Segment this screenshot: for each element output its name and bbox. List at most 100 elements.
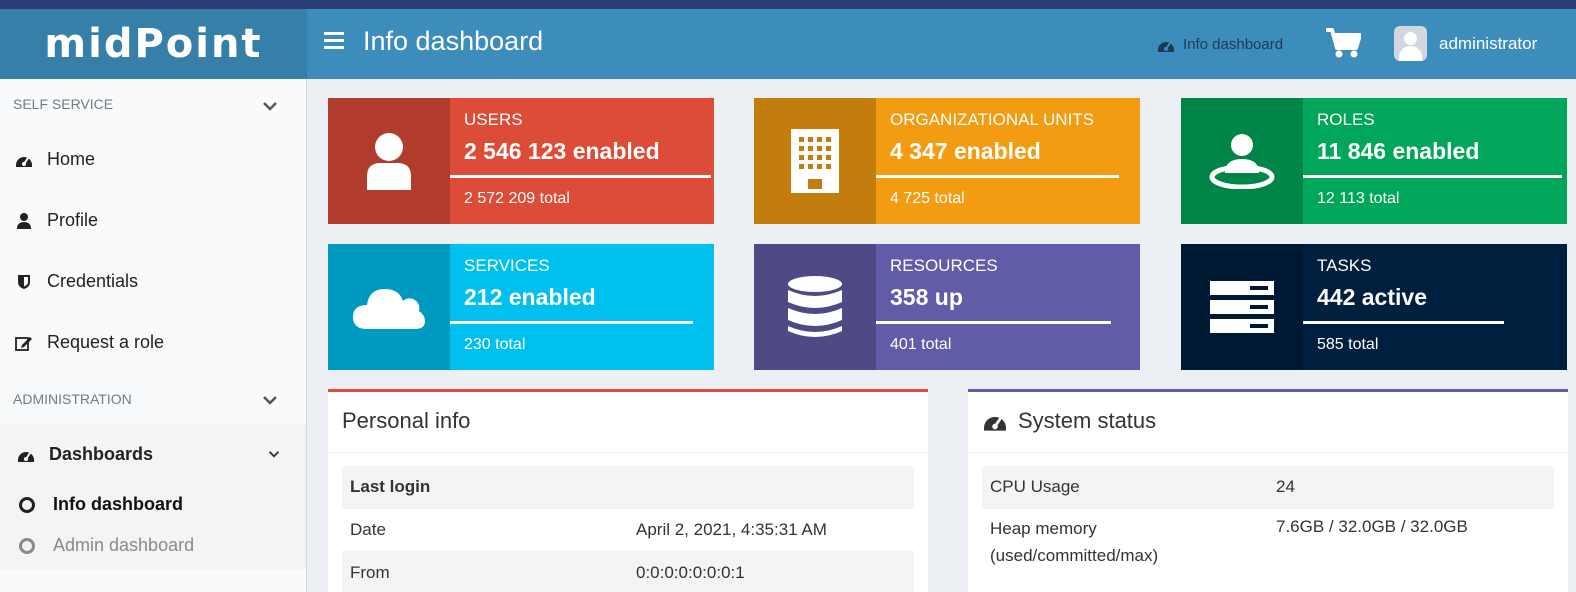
page-title: Info dashboard xyxy=(363,26,544,56)
tile-progress xyxy=(1303,175,1562,178)
tile-progress xyxy=(876,175,1119,178)
sidebar-item-dashboards[interactable]: Dashboards xyxy=(17,444,153,465)
sidebar-item-label: Info dashboard xyxy=(53,494,183,514)
user-icon xyxy=(15,212,33,230)
cart-icon[interactable] xyxy=(1325,27,1362,64)
table-row: Heap memory (used/committed/max) 7.6GB /… xyxy=(982,507,1554,578)
circle-icon xyxy=(19,496,35,513)
tile-total: 401 total xyxy=(890,336,952,353)
sidebar-item-label: Credentials xyxy=(47,271,139,291)
sidebar-item-label: Admin dashboard xyxy=(53,535,195,555)
row-value: 7.6GB / 32.0GB / 32.0GB xyxy=(1268,507,1554,578)
chevron-down-icon[interactable] xyxy=(268,450,280,458)
sidebar-item-request-role[interactable]: Request a role xyxy=(15,332,164,353)
tile-value: 4 347 enabled xyxy=(890,138,1041,164)
tile-total: 2 572 209 total xyxy=(464,190,570,207)
row-label: CPU Usage xyxy=(982,466,1268,508)
row-label: Date xyxy=(342,507,628,551)
tile-total: 12 113 total xyxy=(1317,190,1400,207)
row-value: April 2, 2021, 4:35:31 AM xyxy=(628,507,914,551)
tile-value: 2 546 123 enabled xyxy=(464,138,660,164)
midpoint-logo[interactable]: midPoint xyxy=(0,9,307,79)
sidebar-item-home[interactable]: Home xyxy=(15,149,95,170)
sidebar-item-admin-dashboard[interactable]: Admin dashboard xyxy=(19,535,194,556)
tile-progress xyxy=(1303,321,1504,324)
user-icon xyxy=(328,98,450,224)
personal-info-title: Personal info xyxy=(342,408,471,433)
tile-value: 11 846 enabled xyxy=(1317,138,1480,164)
sidebar-item-profile[interactable]: Profile xyxy=(15,210,98,231)
shield-icon xyxy=(15,273,33,291)
tile-label: RESOURCES xyxy=(890,256,998,275)
sidebar-item-info-dashboard[interactable]: Info dashboard xyxy=(19,494,183,515)
sidebar-item-label: Profile xyxy=(47,210,99,230)
tile-value: 358 up xyxy=(890,284,963,310)
dashboard-icon xyxy=(984,416,1006,431)
breadcrumb-label: Info dashboard xyxy=(1183,36,1284,53)
menu-toggle-icon[interactable] xyxy=(324,32,344,52)
tile-label: ROLES xyxy=(1317,110,1375,129)
tile-resources[interactable]: RESOURCES 358 up 401 total xyxy=(754,244,1140,370)
personal-info-box: Personal info Last login Date April 2, 2… xyxy=(328,389,928,592)
system-status-title: System status xyxy=(1018,408,1157,433)
chevron-down-icon[interactable] xyxy=(262,395,278,405)
top-header: midPoint Info dashboard Info dashboard a… xyxy=(0,9,1576,79)
tile-progress xyxy=(876,321,1111,324)
dashboard-icon xyxy=(1158,41,1174,52)
administration-header: ADMINISTRATION xyxy=(13,391,132,407)
breadcrumb[interactable]: Info dashboard xyxy=(1157,36,1283,53)
tile-total: 585 total xyxy=(1317,336,1379,353)
table-row: Date April 2, 2021, 4:35:31 AM xyxy=(342,507,914,551)
logo-text: midPoint xyxy=(44,21,263,67)
building-icon xyxy=(754,98,876,224)
sidebar-item-label: Home xyxy=(47,149,96,169)
dashboard-icon xyxy=(17,446,35,464)
tile-progress xyxy=(450,321,693,324)
table-row: From 0:0:0:0:0:0:0:1 xyxy=(342,550,914,592)
row-label: From xyxy=(342,550,628,592)
personal-info-table: Last login Date April 2, 2021, 4:35:31 A… xyxy=(342,466,914,592)
tile-label: ORGANIZATIONAL UNITS xyxy=(890,110,1095,129)
avatar xyxy=(1394,26,1427,61)
tile-services[interactable]: SERVICES 212 enabled 230 total xyxy=(328,244,714,370)
row-value: 0:0:0:0:0:0:0:1 xyxy=(628,550,914,592)
tile-org-units[interactable]: ORGANIZATIONAL UNITS 4 347 enabled 4 725… xyxy=(754,98,1140,224)
dashboard-icon xyxy=(15,151,33,169)
tile-value: 212 enabled xyxy=(464,284,596,310)
cloud-icon xyxy=(328,244,450,370)
tile-progress xyxy=(450,175,712,178)
system-status-box: System status CPU Usage 24 Heap memory (… xyxy=(968,389,1568,592)
row-label: Heap memory (used/committed/max) xyxy=(982,507,1268,578)
tile-tasks[interactable]: TASKS 442 active 585 total xyxy=(1181,244,1567,370)
tile-users[interactable]: USERS 2 546 123 enabled 2 572 209 total xyxy=(328,98,714,224)
sidebar-item-label: Request a role xyxy=(47,332,165,352)
last-login-header: Last login xyxy=(342,466,914,508)
database-icon xyxy=(754,244,876,370)
tile-label: SERVICES xyxy=(464,256,550,275)
user-menu[interactable]: administrator xyxy=(1394,26,1537,61)
sidebar: SELF SERVICE Home Profile Credentials Re… xyxy=(0,79,307,592)
sidebar-item-credentials[interactable]: Credentials xyxy=(15,271,138,292)
tile-label: TASKS xyxy=(1317,256,1372,275)
edit-icon xyxy=(15,334,33,352)
role-icon xyxy=(1181,98,1303,224)
tile-label: USERS xyxy=(464,110,523,129)
table-row: Last login xyxy=(342,466,914,508)
sidebar-item-label: Dashboards xyxy=(49,444,154,464)
box-divider xyxy=(328,452,928,453)
table-row: CPU Usage 24 xyxy=(982,466,1554,508)
tile-value: 442 active xyxy=(1317,284,1427,310)
tile-total: 4 725 total xyxy=(890,190,965,207)
system-status-header: System status xyxy=(982,408,1156,434)
username: administrator xyxy=(1439,33,1538,53)
tasks-icon xyxy=(1181,244,1303,370)
dashboards-group: Dashboards Info dashboard Admin dashboar… xyxy=(0,424,306,569)
row-value: 24 xyxy=(1268,466,1554,508)
tile-roles[interactable]: ROLES 11 846 enabled 12 113 total xyxy=(1181,98,1567,224)
circle-icon xyxy=(19,537,35,554)
top-strip xyxy=(0,0,1576,9)
chevron-down-icon[interactable] xyxy=(262,101,278,111)
box-divider xyxy=(968,452,1568,453)
self-service-header: SELF SERVICE xyxy=(13,96,114,112)
system-status-table: CPU Usage 24 Heap memory (used/committed… xyxy=(982,466,1554,578)
